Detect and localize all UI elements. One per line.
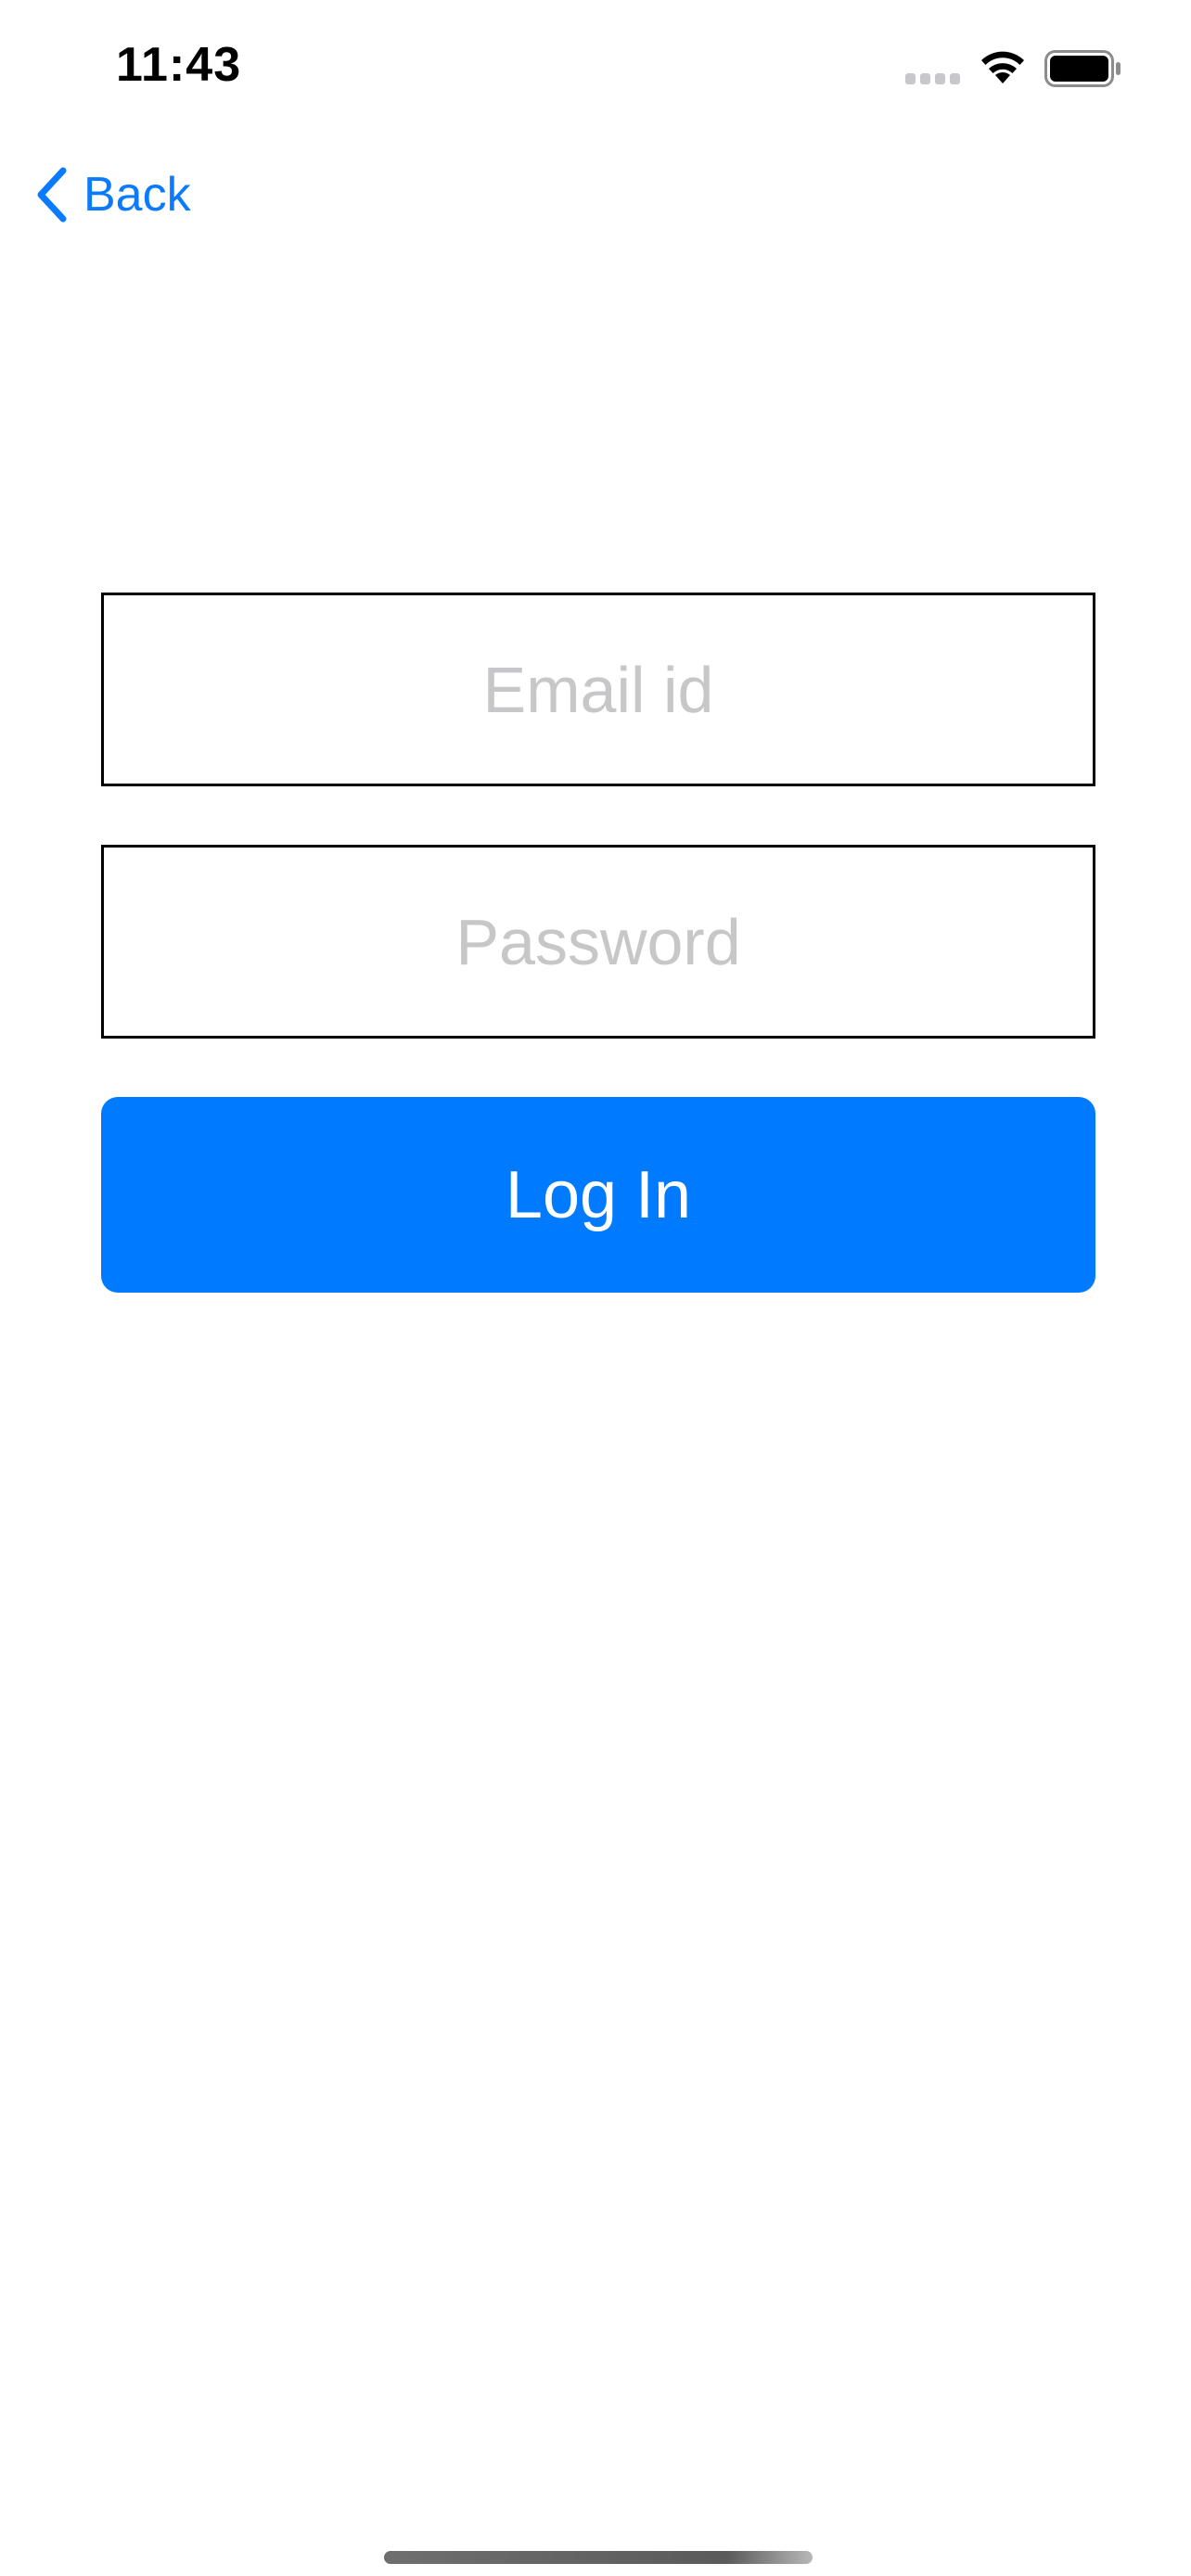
home-indicator[interactable] (384, 2551, 813, 2564)
chevron-left-icon (37, 167, 67, 223)
back-label: Back (83, 168, 191, 222)
login-button[interactable]: Log In (101, 1097, 1095, 1293)
wifi-icon (981, 51, 1024, 83)
password-input[interactable] (104, 848, 1093, 1036)
cellular-signal-icon (905, 73, 963, 84)
status-time: 11:43 (116, 38, 242, 92)
password-field-container[interactable] (101, 845, 1095, 1039)
battery-icon (1044, 50, 1121, 87)
email-field-container[interactable] (101, 593, 1095, 786)
email-input[interactable] (104, 595, 1093, 784)
status-bar: 11:43 (0, 0, 1191, 139)
back-button[interactable]: Back (33, 159, 191, 230)
